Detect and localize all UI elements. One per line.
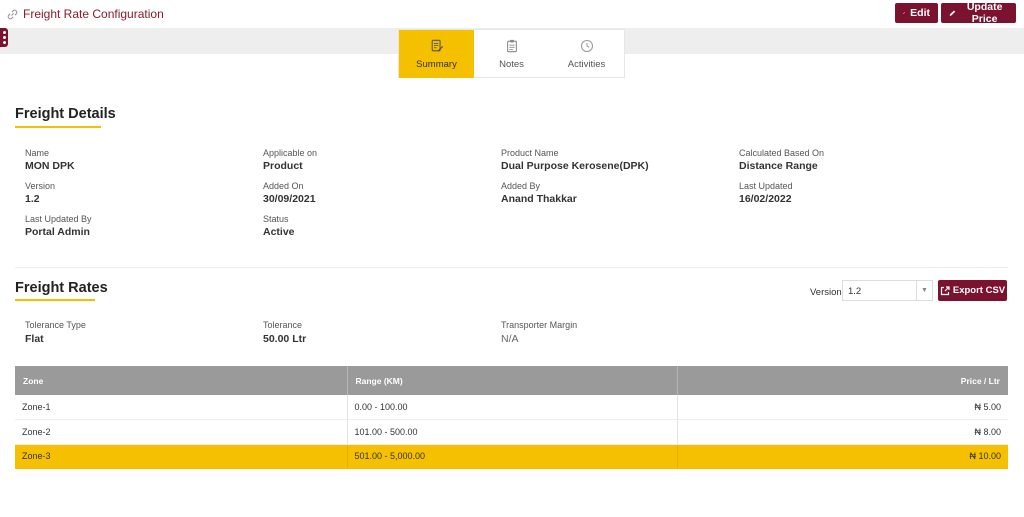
- export-csv-label: Export CSV: [952, 285, 1006, 296]
- tab-notes[interactable]: Notes: [474, 30, 549, 78]
- zone-cell: Zone-2: [15, 419, 348, 445]
- tolerance-value: 50.00 Ltr: [263, 333, 307, 345]
- freight-rates-table: Zone Range (KM) Price / Ltr Zone-1 0.00 …: [15, 366, 1008, 469]
- table-row[interactable]: Zone-2 101.00 - 500.00 ₦ 8.00: [15, 419, 1008, 445]
- update-price-button[interactable]: Update Price: [941, 1, 1016, 25]
- price-cell: ₦ 10.00: [677, 444, 1008, 469]
- version-select[interactable]: 1.2 ▼: [842, 280, 933, 301]
- last-updated-by-value: Portal Admin: [25, 226, 90, 238]
- notes-clipboard-icon: [506, 39, 517, 52]
- zone-cell: Zone-1: [15, 395, 348, 420]
- range-cell: 501.00 - 5,000.00: [347, 444, 678, 469]
- column-header-range[interactable]: Range (KM): [347, 366, 678, 395]
- name-label: Name: [25, 148, 50, 158]
- link-icon: [7, 9, 18, 19]
- rates-version-label: Version: [810, 287, 842, 298]
- update-price-button-label: Update Price: [966, 1, 1003, 25]
- section-divider: [15, 267, 1008, 268]
- product-name-label: Product Name: [501, 148, 559, 158]
- version-value: 1.2: [25, 193, 40, 205]
- transporter-margin-label: Transporter Margin: [501, 320, 578, 330]
- top-bar: Freight Rate Configuration Edit Update P…: [0, 0, 1024, 28]
- table-header-row: Zone Range (KM) Price / Ltr: [15, 366, 1008, 395]
- calculated-based-on-label: Calculated Based On: [739, 148, 825, 158]
- last-updated-by-label: Last Updated By: [25, 214, 92, 224]
- added-by-label: Added By: [501, 181, 541, 191]
- summary-doc-icon: [431, 39, 443, 51]
- price-cell: ₦ 5.00: [677, 395, 1008, 420]
- added-on-label: Added On: [263, 181, 304, 191]
- version-select-value: 1.2: [848, 286, 862, 297]
- pencil-icon: [903, 12, 905, 14]
- pencil-icon: [949, 10, 956, 16]
- tab-summary-label: Summary: [416, 58, 457, 70]
- product-name-value: Dual Purpose Kerosene(DPK): [501, 160, 649, 172]
- last-updated-label: Last Updated: [739, 181, 793, 191]
- transporter-margin-value: N/A: [501, 333, 519, 345]
- chevron-down-icon[interactable]: ▼: [916, 281, 932, 300]
- zone-cell: Zone-3: [15, 444, 348, 469]
- column-header-price[interactable]: Price / Ltr: [677, 366, 1008, 395]
- edit-button-label: Edit: [910, 7, 930, 19]
- activities-clock-icon: [580, 39, 593, 52]
- dot: [2, 31, 6, 34]
- tolerance-label: Tolerance: [263, 320, 303, 330]
- tolerance-type-value: Flat: [25, 333, 44, 345]
- tab-activities-label: Activities: [567, 58, 606, 70]
- dot: [2, 41, 6, 44]
- status-value: Active: [263, 226, 295, 238]
- edit-button[interactable]: Edit: [895, 3, 938, 23]
- status-label: Status: [263, 214, 289, 224]
- tab-summary[interactable]: Summary: [399, 30, 474, 78]
- side-menu-toggle[interactable]: [0, 28, 8, 47]
- added-on-value: 30/09/2021: [263, 193, 316, 205]
- table-row[interactable]: Zone-1 0.00 - 100.00 ₦ 5.00: [15, 395, 1008, 420]
- freight-details-title: Freight Details: [15, 106, 116, 122]
- tab-activities[interactable]: Activities: [549, 30, 624, 78]
- export-icon: [940, 285, 950, 295]
- detail-tabs: Summary Notes Activities: [398, 29, 625, 78]
- page-title-group: Freight Rate Configuration: [7, 7, 164, 21]
- section-underline: [15, 126, 101, 128]
- name-value: MON DPK: [25, 160, 75, 172]
- dot: [2, 36, 6, 39]
- added-by-value: Anand Thakkar: [501, 193, 577, 205]
- freight-rates-title: Freight Rates: [15, 280, 108, 296]
- version-label: Version: [25, 181, 56, 191]
- applicable-on-label: Applicable on: [263, 148, 318, 158]
- applicable-on-value: Product: [263, 160, 303, 172]
- page-title: Freight Rate Configuration: [23, 7, 164, 21]
- section-underline: [15, 299, 95, 301]
- price-cell: ₦ 8.00: [677, 419, 1008, 445]
- table-row-highlighted[interactable]: Zone-3 501.00 - 5,000.00 ₦ 10.00: [15, 444, 1008, 469]
- tab-notes-label: Notes: [499, 58, 524, 70]
- range-cell: 101.00 - 500.00: [347, 419, 678, 445]
- calculated-based-on-value: Distance Range: [739, 160, 818, 172]
- export-csv-button[interactable]: Export CSV: [938, 280, 1007, 301]
- range-cell: 0.00 - 100.00: [347, 395, 678, 420]
- last-updated-value: 16/02/2022: [739, 193, 792, 205]
- column-header-zone[interactable]: Zone: [15, 366, 348, 395]
- tolerance-type-label: Tolerance Type: [25, 320, 86, 330]
